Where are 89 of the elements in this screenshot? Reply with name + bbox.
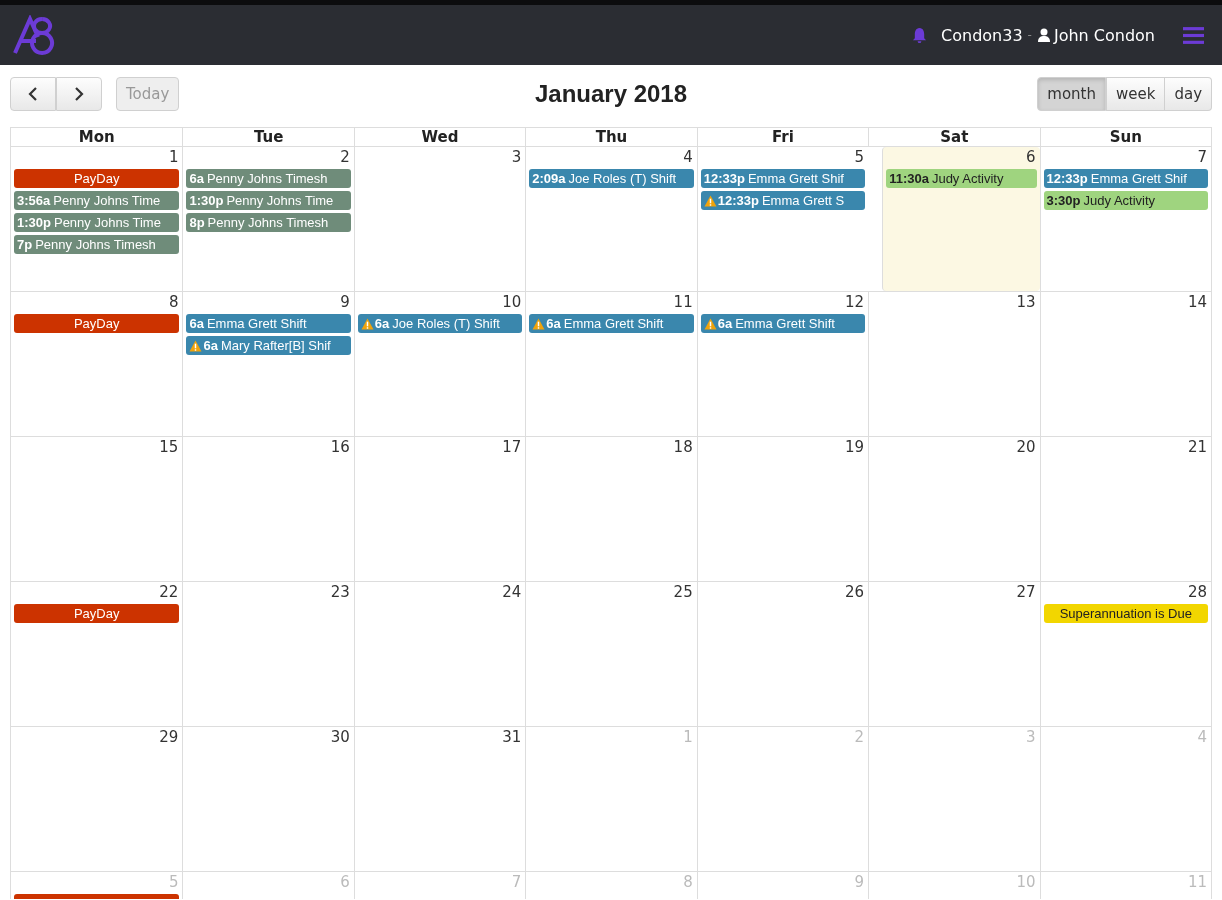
calendar-event[interactable]: 7p Penny Johns Timesh <box>14 235 180 254</box>
day-number: 18 <box>672 439 694 458</box>
day-number: 4 <box>1196 729 1208 748</box>
calendar-event[interactable]: PayDay <box>14 169 180 188</box>
calendar-event[interactable]: PayDay <box>14 604 180 623</box>
day-number: 3 <box>510 149 523 168</box>
day-number: 3 <box>1025 729 1037 748</box>
day-number: 24 <box>501 584 523 603</box>
view-tab[interactable]: week <box>1106 77 1166 111</box>
day-number: 10 <box>1015 874 1037 893</box>
day-number: 6 <box>1025 149 1037 168</box>
calendar-event[interactable]: 12:33p Emma Grett S <box>700 191 866 210</box>
chevron-right-icon <box>74 87 84 101</box>
warning-icon <box>360 317 374 330</box>
calendar-event[interactable]: 6a Penny Johns Timesh <box>186 169 351 188</box>
day-number: 2 <box>339 149 351 168</box>
day-number: 31 <box>501 729 523 748</box>
weekday-header: Mon <box>77 128 116 146</box>
day-number: 4 <box>682 149 694 168</box>
day-number: 25 <box>672 584 694 603</box>
day-number: 13 <box>1015 294 1037 313</box>
separator-text: - <box>1027 28 1032 42</box>
day-number: 11 <box>1186 874 1208 893</box>
day-number: 15 <box>158 439 180 458</box>
day-number: 9 <box>339 294 351 313</box>
previous-button[interactable] <box>10 77 56 111</box>
day-number: 5 <box>853 149 866 168</box>
view-tab[interactable]: month <box>1037 77 1106 111</box>
day-number: 8 <box>167 294 180 313</box>
next-button[interactable] <box>56 77 102 111</box>
day-number: 1 <box>167 149 180 168</box>
day-number: 17 <box>501 439 523 458</box>
day-number: 26 <box>844 584 866 603</box>
calendar-event[interactable]: Superannuation is Due <box>1043 604 1208 623</box>
day-number: 7 <box>510 874 523 893</box>
day-number: 11 <box>672 294 694 313</box>
bell-icon[interactable] <box>912 26 928 44</box>
calendar-event[interactable]: 1:30p Penny Johns Time <box>186 191 351 210</box>
warning-icon <box>189 339 203 352</box>
calendar-event[interactable]: 6a Mary Rafter[B] Shif <box>186 336 351 355</box>
chevron-left-icon <box>28 87 38 101</box>
day-number: 16 <box>329 439 351 458</box>
calendar-event[interactable]: 6a Emma Grett Shift <box>529 314 694 333</box>
day-number: 28 <box>1186 584 1208 603</box>
day-number: 30 <box>329 729 351 748</box>
account-name[interactable]: Condon33 <box>941 25 1023 45</box>
day-number: 19 <box>844 439 866 458</box>
user-name[interactable]: John Condon <box>1053 25 1155 45</box>
calendar-event[interactable]: 12:33p Emma Grett Shif <box>700 169 866 188</box>
calendar-event[interactable]: 12:33p Emma Grett Shif <box>1043 169 1208 188</box>
weekday-header: Wed <box>353 128 526 146</box>
calendar-event[interactable]: 6a Emma Grett Shift <box>700 314 866 333</box>
calendar-title: January 2018 <box>534 80 688 108</box>
weekday-header: Fri <box>696 128 869 146</box>
weekday-header: Tue <box>182 128 354 146</box>
day-number: 5 <box>167 874 180 893</box>
calendar-event[interactable]: 6a Emma Grett Shift <box>186 314 351 333</box>
day-number: 14 <box>1186 294 1208 313</box>
day-number: 12 <box>844 294 866 313</box>
day-number: 20 <box>1015 439 1037 458</box>
day-number: 7 <box>1196 149 1208 168</box>
day-number: 21 <box>1186 439 1208 458</box>
weekday-header: Thu <box>525 128 697 146</box>
calendar-event[interactable]: 1:30p Penny Johns Time <box>14 213 180 232</box>
warning-icon <box>703 194 717 207</box>
day-number: 1 <box>682 729 694 748</box>
day-number: 10 <box>501 294 523 313</box>
day-number: 29 <box>158 729 180 748</box>
calendar-event[interactable]: 6a Joe Roles (T) Shift <box>357 314 523 333</box>
day-number: 23 <box>329 584 351 603</box>
warning-icon <box>532 317 546 330</box>
day-number: 2 <box>853 729 866 748</box>
calendar-event[interactable]: 3:30p Judy Activity <box>1043 191 1208 210</box>
weekday-header: Sun <box>1039 128 1211 146</box>
day-number: 27 <box>1015 584 1037 603</box>
calendar-event[interactable]: 11:30a Judy Activity <box>886 169 1037 188</box>
day-number: 9 <box>853 874 866 893</box>
warning-icon <box>703 317 717 330</box>
day-number: 6 <box>339 874 351 893</box>
menu-icon[interactable] <box>1183 26 1204 44</box>
calendar-event[interactable]: 8p Penny Johns Timesh <box>186 213 351 232</box>
day-number: 8 <box>682 874 694 893</box>
weekday-header: Sat <box>868 128 1040 146</box>
day-number: 22 <box>158 584 180 603</box>
calendar-event[interactable]: 3:56a Penny Johns Time <box>14 191 180 210</box>
user-icon <box>1037 28 1050 42</box>
calendar-event[interactable]: 2:09a Joe Roles (T) Shift <box>529 169 694 188</box>
view-tab[interactable]: day <box>1165 77 1212 111</box>
calendar-event[interactable]: PayDay <box>14 314 180 333</box>
